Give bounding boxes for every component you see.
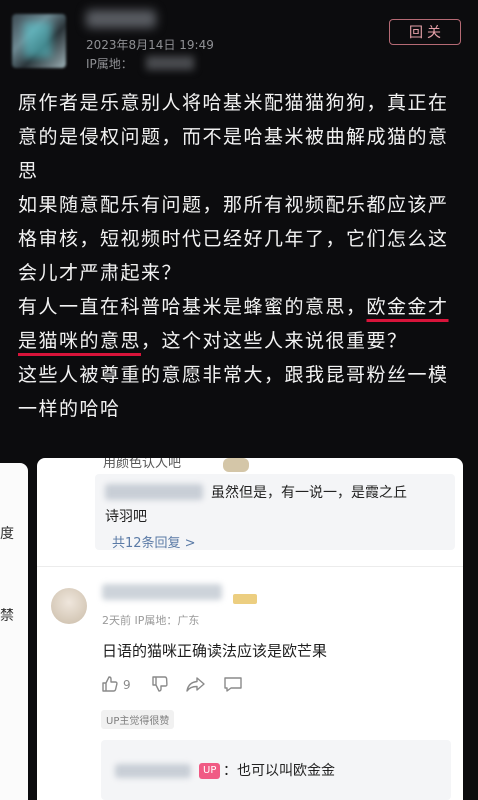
reply-username-redacted xyxy=(105,484,203,500)
comment-meta: 2天前 IP属地：广东 xyxy=(102,614,200,627)
ip-location-label: IP属地： xyxy=(86,57,133,71)
post-timestamp: 2023年8月14日 19:49 xyxy=(86,38,214,52)
post-paragraph: 如果随意配乐有问题，那所有视频配乐都应该严格审核，短视频时代已经好几年了，它们怎… xyxy=(18,194,449,284)
share-icon[interactable] xyxy=(185,674,207,694)
cropped-side-card: 度 禁 xyxy=(0,463,28,800)
more-replies-link[interactable]: 共12条回复 > xyxy=(112,532,196,551)
commenter-name-redacted xyxy=(102,584,222,600)
sticker-emoji xyxy=(223,458,249,472)
commenter-avatar[interactable] xyxy=(51,588,87,624)
like-count: 9 xyxy=(123,678,131,692)
thumbs-down-icon[interactable] xyxy=(150,674,170,694)
reply-text: 虽然但是，有一说一，是霞之丘 xyxy=(211,485,407,501)
up-liked-badge: UP主觉得很赞 xyxy=(101,710,175,729)
embedded-comment-screenshot: 用颜色认人吧 虽然但是，有一说一，是霞之丘 诗羽吧 共12条回复 > 2天前 I… xyxy=(37,458,463,800)
post-paragraph: 原作者是乐意别人将哈基米配猫猫狗狗，真正在意的是侵权问题，而不是哈基米被曲解成猫… xyxy=(18,92,449,182)
up-tag: UP xyxy=(199,763,221,779)
post-body: 原作者是乐意别人将哈基米配猫猫狗狗，真正在意的是侵权问题，而不是哈基米被曲解成猫… xyxy=(18,86,468,426)
side-card-fragment: 度 xyxy=(0,526,14,542)
up-reply-text: ：也可以叫欧金金 xyxy=(223,763,335,779)
side-card-fragment: 禁 xyxy=(0,608,14,624)
post-paragraph: 这些人被尊重的意愿非常大，跟我昆哥粉丝一模一样的哈哈 xyxy=(18,364,449,420)
follow-back-button[interactable]: 回关 xyxy=(389,19,461,45)
post-header: 2023年8月14日 19:49 IP属地： 回关 xyxy=(0,0,478,80)
cut-off-comment-text: 用颜色认人吧 xyxy=(103,458,182,471)
post-paragraph: 有人一直在科普哈基米是蜂蜜的意思，欧金金才是猫咪的意思，这个对这些人来说很重要？ xyxy=(18,290,468,358)
reply-text-continued: 诗羽吧 xyxy=(105,509,147,525)
comment-bubble-icon[interactable] xyxy=(222,674,244,694)
up-reply-box[interactable]: UP ：也可以叫欧金金 xyxy=(101,740,451,800)
divider xyxy=(37,566,463,567)
level-badge xyxy=(233,594,257,604)
ip-location-redacted xyxy=(146,56,194,70)
post-text: 有人一直在科普哈基米是蜂蜜的意思， xyxy=(18,296,367,318)
post-text: ，这个对这些人来说很重要？ xyxy=(141,330,408,352)
thumbs-up-icon[interactable] xyxy=(100,674,120,694)
up-name-redacted xyxy=(115,764,191,778)
comment-text: 日语的猫咪正确读法应该是欧芒果 xyxy=(102,642,328,660)
user-avatar[interactable] xyxy=(12,14,66,68)
username-redacted xyxy=(86,10,156,28)
